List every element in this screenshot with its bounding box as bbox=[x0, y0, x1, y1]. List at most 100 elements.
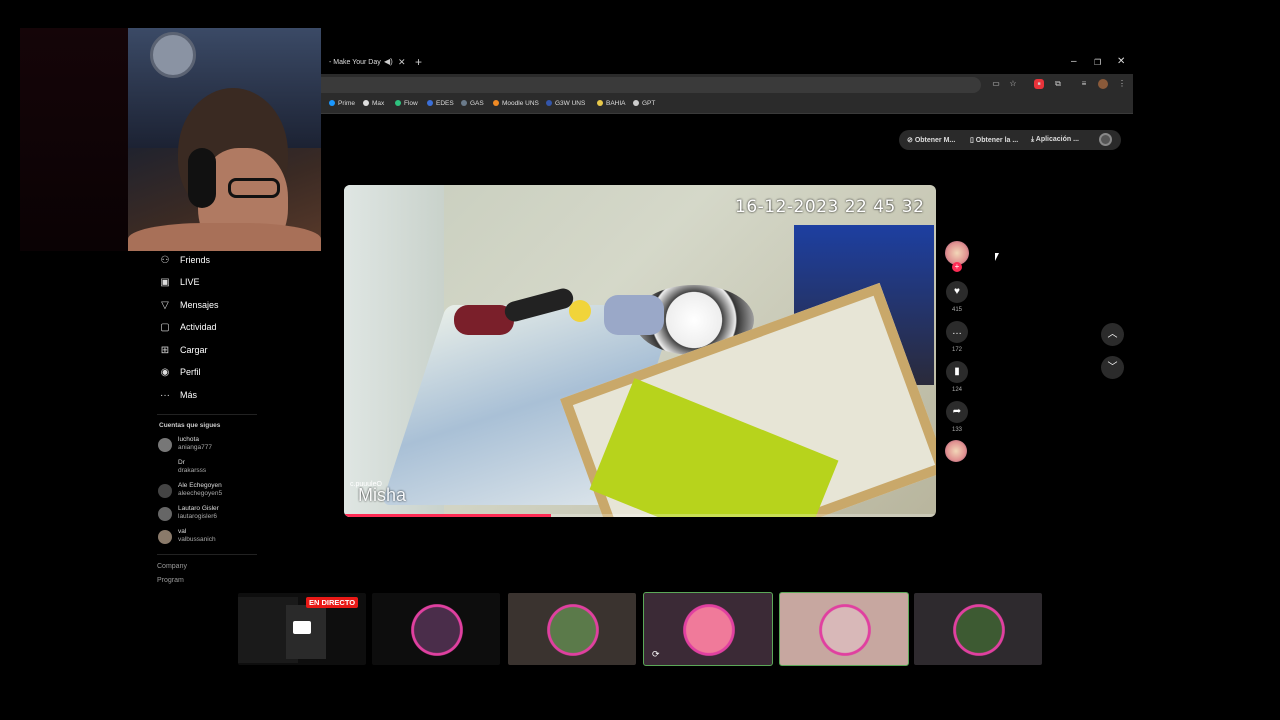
stream-thumb[interactable] bbox=[913, 592, 1043, 666]
sidebar-item-upload[interactable]: ⊞ Cargar bbox=[158, 345, 208, 361]
sidebar-item-live[interactable]: ▣ LIVE bbox=[158, 277, 199, 293]
tab-audio-icon[interactable]: ◀) bbox=[384, 57, 393, 66]
avatar bbox=[158, 438, 172, 452]
following-handle: anianga777 bbox=[178, 444, 212, 451]
bookmark-item[interactable]: GAS bbox=[461, 100, 484, 107]
heart-icon[interactable]: ♥ bbox=[946, 281, 968, 303]
reading-list-icon[interactable]: ≡ bbox=[1079, 79, 1089, 89]
stream-thumb[interactable] bbox=[371, 592, 501, 666]
webcam-overlay bbox=[128, 28, 321, 251]
bookmark-item[interactable]: EDES bbox=[427, 100, 454, 107]
profile-icon: ◉ bbox=[160, 367, 170, 378]
sidebar-divider bbox=[157, 554, 257, 555]
stream-thumb[interactable] bbox=[779, 592, 909, 666]
following-name: luchota bbox=[178, 436, 199, 443]
following-item[interactable]: Lautaro Gisler lautarogisler6 bbox=[158, 503, 278, 523]
following-item[interactable]: Dr drakarsss bbox=[158, 457, 278, 477]
upload-icon: ⊞ bbox=[160, 345, 170, 356]
following-handle: aleechegoyen5 bbox=[178, 490, 223, 497]
previous-video-button[interactable]: ︿ bbox=[1101, 323, 1124, 346]
bookmark-item[interactable]: Flow bbox=[395, 100, 418, 107]
video-player[interactable]: 16-12-2023 22 45 32 c.puuuleO Misha bbox=[344, 185, 936, 517]
channel-emblem-icon bbox=[950, 601, 1008, 659]
bookmark-star-icon[interactable]: ☆ bbox=[1008, 79, 1018, 89]
activity-icon: ▢ bbox=[160, 322, 170, 333]
footer-program-link[interactable]: Program bbox=[157, 577, 184, 584]
extension-abp-icon[interactable]: ■ bbox=[1034, 79, 1044, 89]
minimize-icon[interactable]: – bbox=[1071, 56, 1077, 67]
like-action[interactable]: ♥ 415 bbox=[945, 281, 969, 313]
following-item[interactable]: Ale Echegoyen aleechegoyen5 bbox=[158, 480, 278, 500]
bookmark-item[interactable]: Moodle UNS bbox=[493, 100, 539, 107]
live-badge: EN DIRECTO bbox=[306, 597, 359, 608]
extensions-icon[interactable]: ⧉ bbox=[1053, 79, 1063, 89]
following-name: val bbox=[178, 528, 187, 535]
footer-company-link[interactable]: Company bbox=[157, 563, 187, 570]
video-progress-fill bbox=[344, 514, 552, 517]
following-item[interactable]: luchota anianga777 bbox=[158, 434, 278, 454]
next-video-button[interactable]: ﹀ bbox=[1101, 356, 1124, 379]
user-avatar[interactable] bbox=[1099, 133, 1112, 146]
share-icon[interactable]: ➦ bbox=[946, 401, 968, 423]
comment-action[interactable]: … 172 bbox=[945, 321, 969, 353]
sidebar-item-profile[interactable]: ◉ Perfil bbox=[158, 367, 201, 383]
bookmark-item[interactable]: Prime bbox=[329, 100, 355, 107]
bookmark-icon[interactable]: ▮ bbox=[946, 361, 968, 383]
profile-avatar-icon[interactable] bbox=[1098, 79, 1108, 89]
get-app-button[interactable]: ▯ Obtener la ... bbox=[970, 136, 1018, 144]
bookmark-label: Moodle UNS bbox=[502, 100, 539, 107]
following-item[interactable]: val valbussanich bbox=[158, 526, 278, 546]
bookmark-item[interactable]: G3W UNS bbox=[546, 100, 585, 107]
webcam-background bbox=[20, 28, 128, 251]
get-app-label: Obtener la ... bbox=[975, 137, 1019, 144]
bookmark-favicon-icon bbox=[329, 100, 335, 106]
stream-thumb[interactable]: ⟳ bbox=[643, 592, 773, 666]
bookmark-item[interactable]: GPT bbox=[633, 100, 655, 107]
chevron-up-icon: ︿ bbox=[1107, 329, 1118, 340]
new-tab-icon[interactable]: + bbox=[415, 55, 422, 69]
comment-count: 172 bbox=[951, 347, 962, 353]
tab-close-icon[interactable]: ✕ bbox=[398, 57, 406, 68]
bookmark-item[interactable]: Max bbox=[363, 100, 384, 107]
more-icon: ··· bbox=[160, 390, 170, 401]
window-close-icon[interactable]: ✕ bbox=[1117, 56, 1125, 67]
following-handle: drakarsss bbox=[178, 467, 207, 474]
friends-icon: ⚇ bbox=[160, 255, 170, 266]
sound-avatar[interactable] bbox=[945, 440, 967, 462]
bookmark-label: G3W UNS bbox=[555, 100, 586, 107]
sidebar-item-friends[interactable]: ⚇ Friends bbox=[158, 255, 211, 271]
channel-emblem-icon bbox=[408, 601, 466, 659]
bookmark-item[interactable]: BAHIA bbox=[597, 100, 626, 107]
comment-icon[interactable]: … bbox=[946, 321, 968, 343]
tab-title[interactable]: - Make Your Day bbox=[329, 59, 381, 66]
live-icon: ▣ bbox=[160, 277, 170, 288]
sidebar-item-messages[interactable]: ▽ Mensajes bbox=[158, 300, 219, 316]
sidebar-item-label: Más bbox=[180, 390, 198, 400]
bookmark-favicon-icon bbox=[461, 100, 467, 106]
follow-plus-icon[interactable]: + bbox=[952, 262, 962, 272]
sidebar-item-more[interactable]: ··· Más bbox=[158, 390, 197, 406]
messages-icon: ▽ bbox=[161, 300, 169, 311]
chevron-down-icon: ﹀ bbox=[1107, 362, 1118, 373]
bookmark-label: Prime bbox=[338, 100, 355, 107]
top-actions-bar: ⊘ Obtener M... ▯ Obtener la ... ⤓ Aplica… bbox=[899, 130, 1121, 150]
save-action[interactable]: ▮ 124 bbox=[945, 361, 969, 393]
browser-menu-icon[interactable]: ⋮ bbox=[1117, 79, 1127, 89]
cast-icon[interactable]: ▭ bbox=[991, 79, 1001, 89]
bookmark-label: Max bbox=[372, 100, 385, 107]
share-action[interactable]: ➦ 133 bbox=[945, 401, 969, 433]
following-handle: valbussanich bbox=[178, 536, 216, 543]
stream-thumb[interactable] bbox=[507, 592, 637, 666]
avatar bbox=[158, 461, 172, 475]
get-coins-button[interactable]: ⊘ Obtener M... bbox=[907, 136, 955, 144]
address-bar[interactable] bbox=[321, 77, 981, 93]
desktop-app-button[interactable]: ⤓ Aplicación ... bbox=[1031, 136, 1079, 144]
sidebar-item-activity[interactable]: ▢ Actividad bbox=[158, 322, 216, 338]
sidebar-item-label: Mensajes bbox=[180, 300, 219, 310]
desktop-app-label: Aplicación ... bbox=[1035, 136, 1079, 143]
share-count: 133 bbox=[951, 427, 962, 433]
webcam-person-shoulder bbox=[128, 223, 321, 251]
channel-emblem-icon bbox=[816, 601, 874, 659]
restore-icon[interactable]: ❐ bbox=[1094, 58, 1101, 67]
video-scene-pillow bbox=[604, 295, 664, 335]
